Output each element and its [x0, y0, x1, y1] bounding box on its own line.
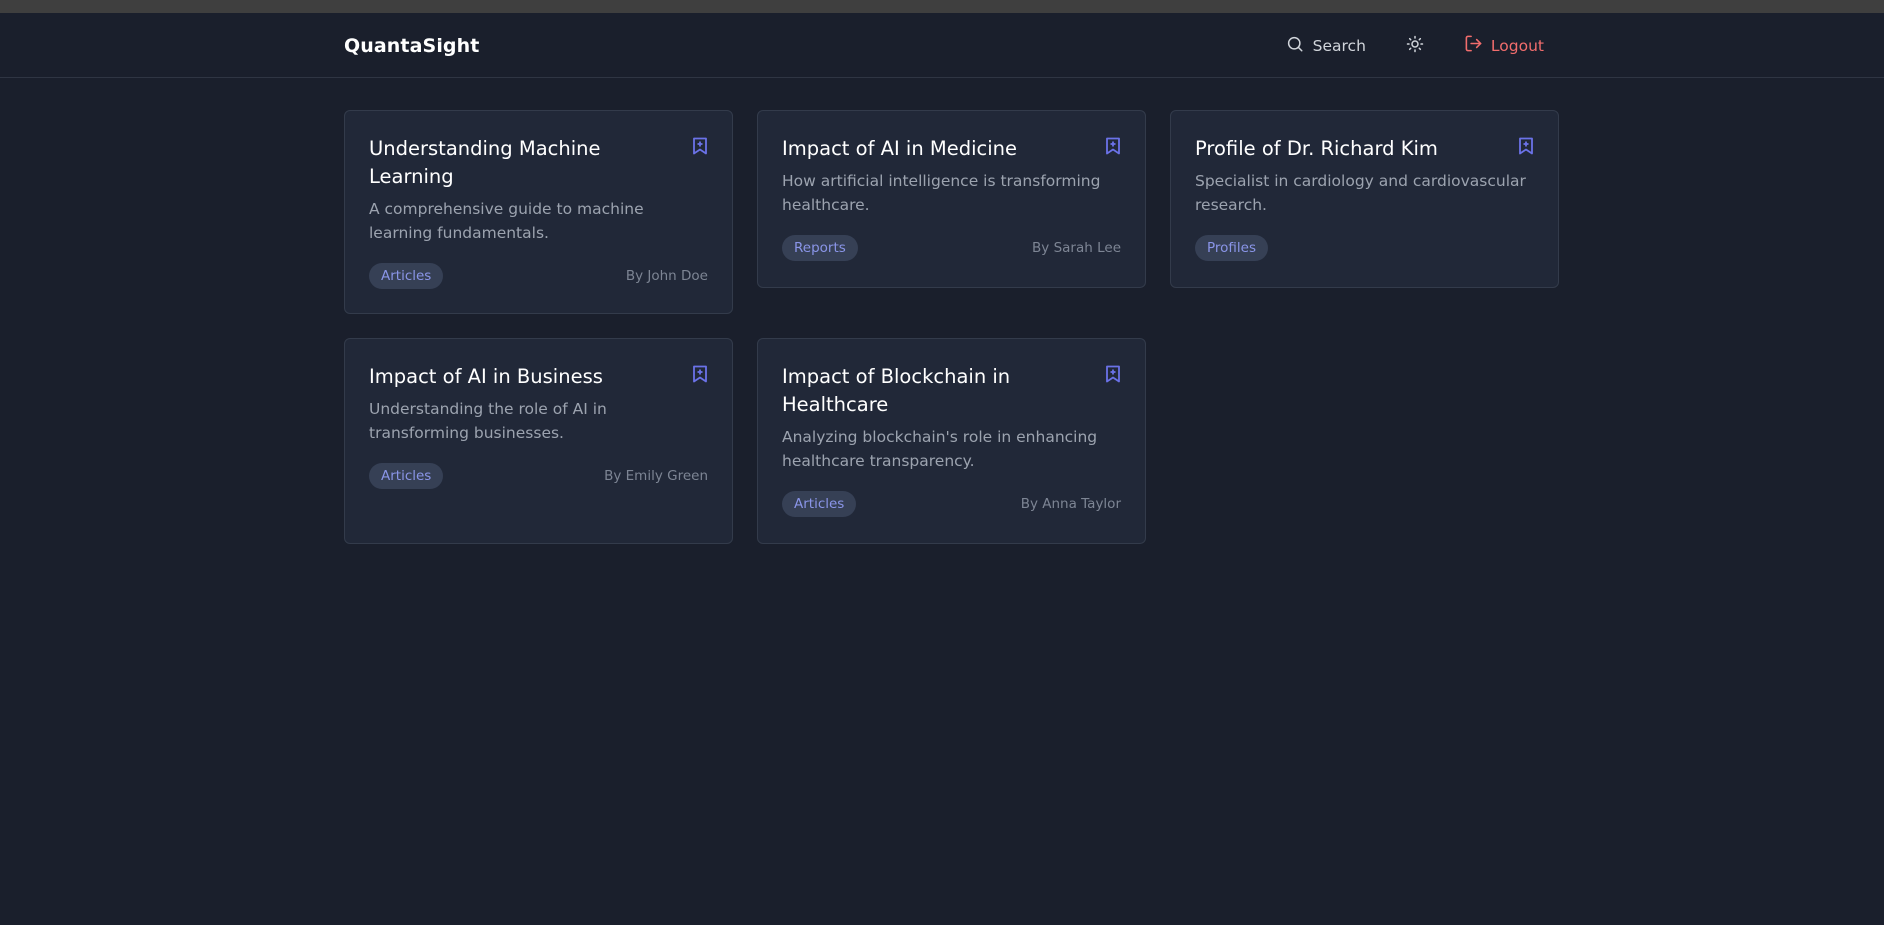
card-author: By Sarah Lee [1032, 240, 1121, 256]
card-header: Understanding Machine Learning [369, 135, 708, 191]
content-card[interactable]: Impact of AI in Business Understanding t… [344, 338, 733, 544]
logout-label: Logout [1490, 36, 1544, 55]
card-author: By Emily Green [604, 468, 708, 484]
card-header: Impact of Blockchain in Healthcare [782, 363, 1121, 419]
theme-toggle-button[interactable] [1406, 35, 1424, 57]
card-description: Understanding the role of AI in transfor… [369, 400, 607, 442]
bookmark-icon[interactable] [692, 137, 708, 159]
card-author: By John Doe [625, 268, 708, 284]
category-tag[interactable]: Articles [369, 463, 444, 489]
card-footer: Profiles [1195, 235, 1534, 261]
logout-button[interactable]: Logout [1464, 34, 1544, 57]
card-footer: Articles By John Doe [369, 263, 708, 289]
content-card[interactable]: Profile of Dr. Richard Kim Specialist in… [1170, 110, 1559, 288]
bookmark-icon[interactable] [692, 365, 708, 387]
category-tag[interactable]: Articles [782, 491, 857, 517]
bookmark-icon[interactable] [1518, 137, 1534, 159]
search-button[interactable]: Search [1286, 35, 1366, 57]
card-title: Impact of AI in Business [369, 365, 603, 388]
browser-top-strip [0, 0, 1884, 13]
category-tag[interactable]: Reports [782, 235, 858, 261]
card-header: Impact of AI in Medicine [782, 135, 1121, 163]
content-card[interactable]: Impact of Blockchain in Healthcare Analy… [757, 338, 1146, 544]
content-grid: Understanding Machine Learning A compreh… [344, 110, 1560, 544]
card-description: How artificial intelligence is transform… [782, 172, 1101, 214]
card-author: By Anna Taylor [1020, 496, 1121, 512]
card-title: Impact of Blockchain in Healthcare [782, 365, 1011, 416]
navbar-inner: QuantaSight Search Logout [344, 13, 1544, 78]
card-title: Understanding Machine Learning [369, 137, 601, 188]
card-header: Impact of AI in Business [369, 363, 708, 391]
card-title: Profile of Dr. Richard Kim [1195, 137, 1438, 160]
card-footer: Articles By Anna Taylor [782, 491, 1121, 517]
card-description: A comprehensive guide to machine learnin… [369, 200, 644, 242]
content-card[interactable]: Impact of AI in Medicine How artificial … [757, 110, 1146, 288]
card-description: Analyzing blockchain's role in enhancing… [782, 428, 1098, 470]
brand-logo[interactable]: QuantaSight [344, 35, 479, 57]
bookmark-icon[interactable] [1105, 137, 1121, 159]
card-title: Impact of AI in Medicine [782, 137, 1018, 160]
card-description: Specialist in cardiology and cardiovascu… [1195, 172, 1526, 214]
card-footer: Articles By Emily Green [369, 463, 708, 489]
card-footer: Reports By Sarah Lee [782, 235, 1121, 261]
search-icon [1286, 35, 1304, 57]
card-header: Profile of Dr. Richard Kim [1195, 135, 1534, 163]
top-navbar: QuantaSight Search Logout [0, 13, 1884, 78]
search-label: Search [1312, 36, 1366, 55]
content-card[interactable]: Understanding Machine Learning A compreh… [344, 110, 733, 314]
category-tag[interactable]: Profiles [1195, 235, 1269, 261]
logout-icon [1464, 34, 1483, 57]
category-tag[interactable]: Articles [369, 263, 444, 289]
sun-icon [1406, 35, 1424, 57]
bookmark-icon[interactable] [1105, 365, 1121, 387]
nav-actions: Search Logout [1286, 34, 1544, 57]
